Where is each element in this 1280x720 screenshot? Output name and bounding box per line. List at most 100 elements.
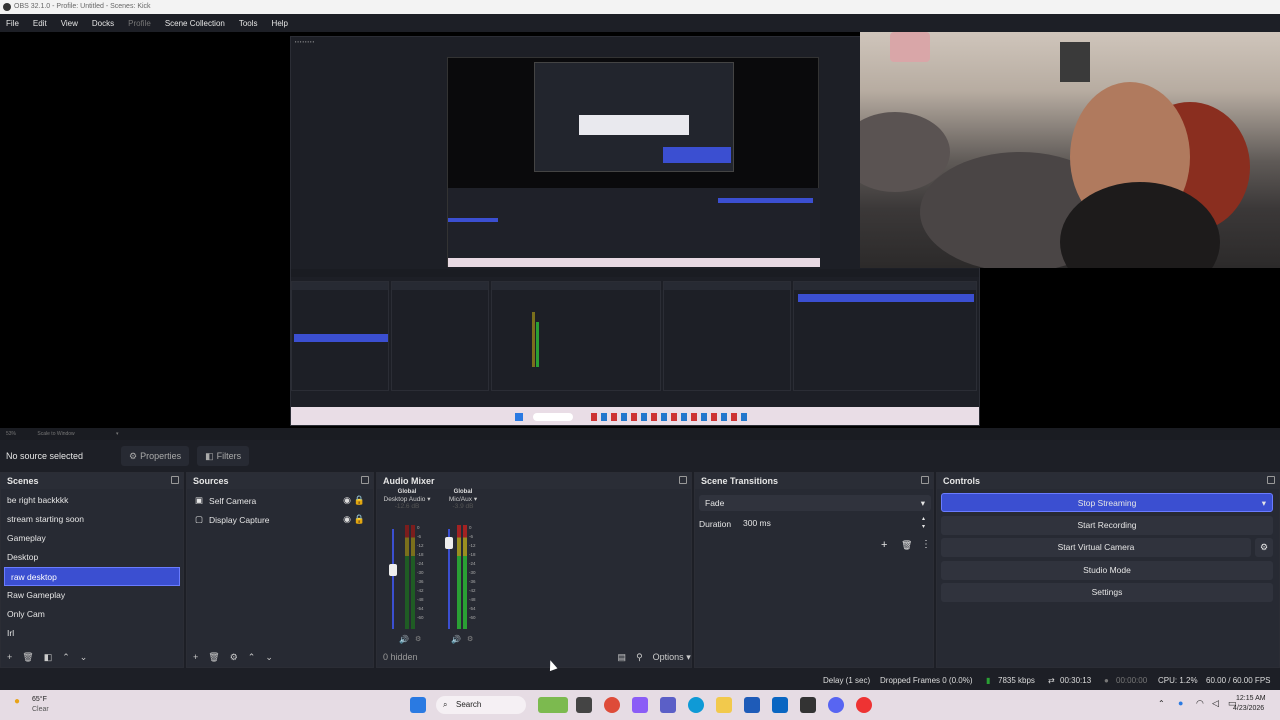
volume-fader-handle[interactable]: [389, 564, 397, 576]
sources-title: Sources: [193, 476, 229, 486]
trash-icon[interactable]: 🗑: [208, 652, 219, 663]
scene-item[interactable]: Gameplay: [1, 529, 183, 548]
dock-menu-icon[interactable]: [171, 476, 179, 484]
nested-inner-taskbar: [448, 258, 820, 267]
chevron-down-icon: ▾: [920, 498, 925, 508]
obs-logo-icon: [3, 3, 11, 11]
chrome-icon[interactable]: [604, 697, 620, 713]
dock-menu-icon[interactable]: [361, 476, 369, 484]
windows-taskbar: ● 65°F Clear ⌕ Search ⌃ ● ◠ ◁ ▭ 12:15 AM…: [0, 690, 1280, 720]
discord-icon[interactable]: [828, 697, 844, 713]
menu-help[interactable]: Help: [272, 19, 288, 28]
settings-button[interactable]: Settings: [941, 583, 1273, 602]
virtual-camera-settings-icon[interactable]: ⚙: [1255, 538, 1273, 557]
app-icon[interactable]: [856, 697, 872, 713]
weather-temp[interactable]: 65°F: [32, 696, 47, 703]
start-recording-button[interactable]: Start Recording: [941, 516, 1273, 535]
add-icon[interactable]: +: [193, 652, 198, 662]
nested-docks: [291, 281, 979, 401]
outlook-icon[interactable]: [772, 697, 788, 713]
source-item[interactable]: ▣ Self Camera ◉ 🔒: [187, 491, 373, 510]
lock-icon[interactable]: 🔒: [354, 514, 365, 525]
link-icon[interactable]: ⚲: [636, 652, 643, 663]
zoom-level[interactable]: 53%: [6, 431, 16, 437]
dock-menu-icon[interactable]: [679, 476, 687, 484]
stream-icon: ⇄: [1048, 676, 1055, 685]
edge-icon[interactable]: [688, 697, 704, 713]
options-button[interactable]: Options ▾: [653, 652, 691, 663]
channel-name-button[interactable]: Mic/Aux ▾: [435, 495, 491, 503]
menu-tools[interactable]: Tools: [239, 19, 258, 28]
volume-fader-track[interactable]: [392, 529, 394, 629]
scene-transitions-dock: Scene Transitions Fade ▾ Duration 300 ms…: [694, 472, 934, 668]
record-time: 00:00:00: [1116, 676, 1148, 685]
chevron-down-icon[interactable]: ⌄: [265, 652, 273, 663]
volume-fader-handle[interactable]: [445, 537, 453, 549]
store-icon[interactable]: [744, 697, 760, 713]
chevron-down-icon[interactable]: ⌄: [80, 652, 88, 663]
chevron-down-icon[interactable]: ▾: [116, 431, 119, 437]
dock-menu-icon[interactable]: [1267, 476, 1275, 484]
filter-icon[interactable]: ◧: [44, 652, 53, 663]
speaker-icon[interactable]: 🔊: [399, 635, 409, 644]
scene-item[interactable]: Only Cam: [1, 605, 183, 624]
clock-time[interactable]: 12:15 AM: [1236, 695, 1266, 702]
gear-icon[interactable]: ⚙: [230, 652, 238, 663]
menu-docks[interactable]: Docks: [92, 19, 114, 28]
add-icon[interactable]: +: [881, 539, 887, 551]
scene-item[interactable]: be right backkkk: [1, 491, 183, 510]
wifi-icon[interactable]: ◠: [1196, 698, 1204, 709]
channel-settings-icon[interactable]: ⚙: [467, 635, 473, 643]
mic-icon[interactable]: ●: [1178, 698, 1183, 708]
layout-icon[interactable]: ▤: [618, 652, 627, 663]
menu-profile[interactable]: Profile: [128, 19, 151, 28]
lock-icon[interactable]: 🔒: [354, 495, 365, 506]
volume-icon[interactable]: ◁: [1212, 698, 1219, 709]
chevron-up-icon[interactable]: ⌃: [62, 652, 70, 663]
hidden-count: 0 hidden: [383, 652, 418, 662]
stop-streaming-button[interactable]: Stop Streaming ▾: [941, 493, 1273, 512]
studio-mode-button[interactable]: Studio Mode: [941, 561, 1273, 580]
channel-volume-db: -3.9 dB: [452, 503, 474, 510]
scene-item[interactable]: Desktop: [1, 548, 183, 567]
scene-item[interactable]: Raw Gameplay: [1, 586, 183, 605]
filters-button[interactable]: ◧ Filters: [197, 446, 250, 466]
channel-settings-icon[interactable]: ⚙: [415, 635, 421, 643]
dock-menu-icon[interactable]: [921, 476, 929, 484]
trash-icon[interactable]: 🗑: [22, 652, 33, 663]
level-meter: [457, 525, 461, 629]
windows-start-icon[interactable]: [410, 697, 426, 713]
more-icon[interactable]: ⋮: [921, 539, 931, 550]
taskbar-search[interactable]: ⌕ Search: [436, 696, 526, 714]
add-icon[interactable]: +: [7, 652, 12, 662]
source-item[interactable]: ▢ Display Capture ◉ 🔒: [187, 510, 373, 529]
scene-item[interactable]: Irl: [1, 624, 183, 643]
transition-select[interactable]: Fade ▾: [699, 495, 931, 511]
speaker-icon[interactable]: 🔊: [451, 635, 461, 644]
trash-icon[interactable]: 🗑: [901, 540, 912, 551]
teams-icon[interactable]: [660, 697, 676, 713]
scene-item-selected[interactable]: raw desktop: [4, 567, 180, 586]
scale-mode[interactable]: Scale to Window: [37, 431, 74, 437]
menu-edit[interactable]: Edit: [33, 19, 47, 28]
copilot-icon[interactable]: [632, 697, 648, 713]
chevron-up-icon[interactable]: ⌃: [1158, 699, 1165, 708]
preview-canvas[interactable]: ▪ ▪ ▪ ▪ ▪ ▪ ▪ ▪: [0, 32, 1280, 428]
menu-scene-collection[interactable]: Scene Collection: [165, 19, 225, 28]
properties-button[interactable]: ⚙ Properties: [121, 446, 190, 466]
duration-input[interactable]: 300 ms ▴ ▾: [739, 515, 931, 531]
search-highlight-icon[interactable]: [538, 697, 568, 713]
scene-item[interactable]: stream starting soon: [1, 510, 183, 529]
channel-name-button[interactable]: Desktop Audio ▾: [379, 495, 435, 503]
file-explorer-icon[interactable]: [716, 697, 732, 713]
menu-view[interactable]: View: [61, 19, 78, 28]
weather-icon[interactable]: ●: [14, 696, 20, 707]
clock-date[interactable]: 4/23/2026: [1233, 705, 1264, 712]
menu-file[interactable]: File: [6, 19, 19, 28]
chevron-up-icon[interactable]: ⌃: [248, 652, 256, 663]
start-virtual-camera-button[interactable]: Start Virtual Camera: [941, 538, 1251, 557]
task-view-icon[interactable]: [576, 697, 592, 713]
eye-icon[interactable]: ◉: [343, 514, 351, 525]
obs-icon[interactable]: [800, 697, 816, 713]
eye-icon[interactable]: ◉: [343, 495, 351, 506]
